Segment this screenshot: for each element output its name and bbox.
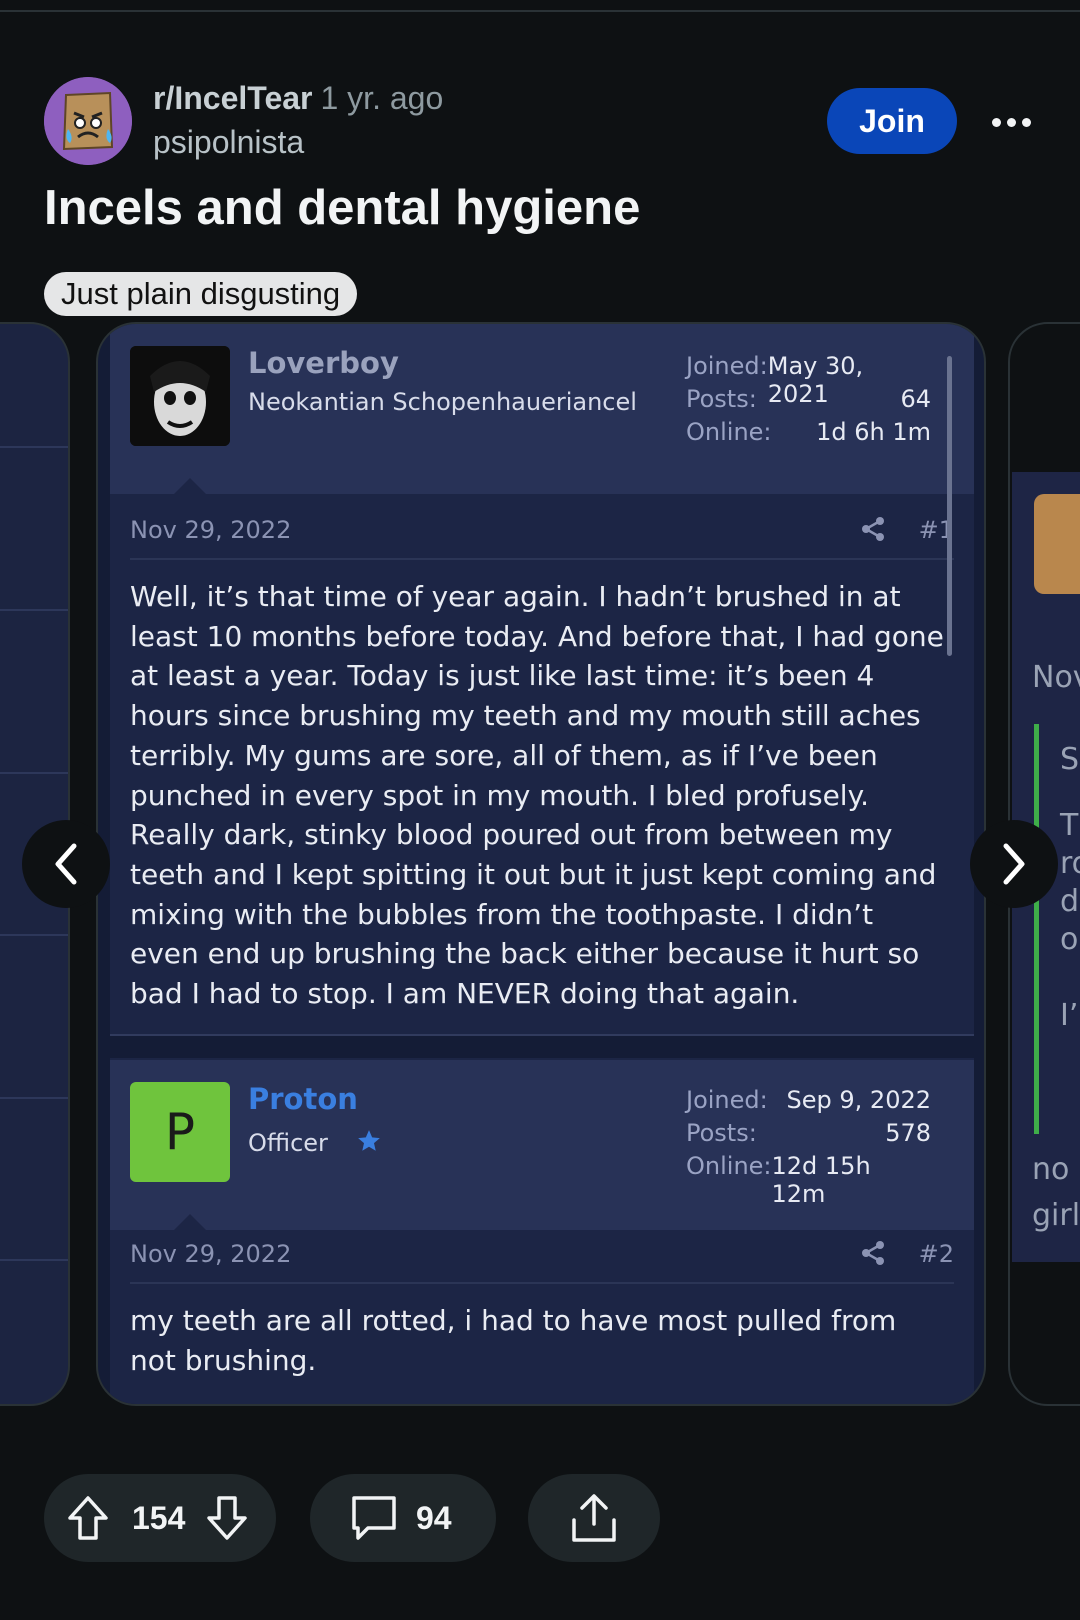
join-button[interactable]: Join [827, 88, 957, 154]
chevron-left-icon[interactable] [22, 820, 110, 908]
comment-count: 94 [416, 1499, 452, 1536]
comment-bubble-icon [352, 1496, 396, 1540]
chevron-right-icon[interactable] [970, 820, 1058, 908]
user-stats: Joined: May 30, 2021 Posts: 64 Online: 1d 6… [686, 352, 931, 451]
stat-label: Joined: [686, 352, 768, 380]
gallery-image-card[interactable]: Loverboy Neokantian Schopenhaueriancel J… [96, 322, 986, 1406]
top-divider [0, 10, 1080, 12]
vote-pill: 154 [44, 1474, 276, 1562]
stat-label: Online: [686, 1152, 772, 1180]
next-card-snippet: ro [1060, 846, 1080, 881]
post-meta: Nov 29, 2022 #2 [130, 1228, 954, 1284]
user-title: Neokantian Schopenhaueriancel [248, 388, 637, 416]
post-user-header: Loverboy Neokantian Schopenhaueriancel J… [110, 324, 974, 494]
next-card-snippet: girl [1032, 1198, 1080, 1233]
star-icon [357, 1130, 380, 1151]
post-username: Proton [248, 1082, 358, 1116]
post-time: 1 yr. ago [320, 80, 444, 116]
post-author[interactable]: psipolnista [153, 124, 304, 161]
stat-label: Online: [686, 418, 772, 446]
share-upload-icon [572, 1494, 616, 1542]
upvote-count: 154 [132, 1499, 186, 1536]
post-body: my teeth are all rotted, i had to have m… [130, 1304, 897, 1377]
next-card-snippet: no [1032, 1152, 1070, 1187]
more-dots-icon[interactable] [985, 100, 1037, 144]
post-date: Nov 29, 2022 [130, 1240, 292, 1268]
post-title[interactable]: Incels and dental hygiene [44, 180, 640, 236]
next-card-snippet: I’n [1060, 998, 1080, 1033]
stat-value: Sep 9, 2022 [786, 1086, 931, 1114]
stat-value: 64 [900, 385, 931, 413]
user-avatar: P [130, 1082, 230, 1182]
stat-value: 578 [885, 1119, 931, 1147]
next-card-snippet: Sa [1060, 742, 1080, 777]
next-card-snippet: Th [1060, 808, 1080, 843]
stat-value: 12d 15h 12m [771, 1152, 871, 1208]
share-button[interactable] [528, 1474, 660, 1562]
user-title: Officer [248, 1129, 328, 1157]
post-user-header: P Proton Officer Joined: Sep 9, 2022 Post… [110, 1060, 974, 1230]
post-date: Nov 29, 2022 [130, 516, 292, 544]
stat-label: Posts: [686, 1119, 757, 1147]
subreddit-name[interactable]: r/IncelTear [153, 80, 312, 116]
stat-value: May 30, 2021 [767, 352, 864, 408]
share-icon [862, 517, 884, 541]
next-card-snippet: Nov [1032, 660, 1080, 695]
post-body: Well, it’s that time of year again. I ha… [130, 580, 944, 1011]
stat-value: 1d 6h 1m [816, 418, 931, 446]
post-meta: Nov 29, 2022 #1 [130, 504, 954, 560]
post-number: #2 [918, 1240, 954, 1268]
screenshot-scrollbar [947, 356, 952, 656]
subreddit-avatar-icon[interactable] [44, 77, 132, 165]
upvote-arrow-icon[interactable] [66, 1494, 110, 1542]
share-icon [862, 1241, 884, 1265]
downvote-arrow-icon[interactable] [205, 1494, 249, 1542]
user-avatar [130, 346, 230, 446]
next-card-snippet: d [1060, 884, 1080, 919]
next-card-snippet: o [1060, 922, 1079, 957]
stat-label: Joined: [686, 1086, 768, 1114]
post-username: Loverboy [248, 346, 399, 380]
next-card-thumbnail [1034, 494, 1080, 594]
post-flair[interactable]: Just plain disgusting [44, 272, 358, 316]
user-stats: Joined: Sep 9, 2022 Posts: 578 Online: 12d … [686, 1086, 931, 1208]
stat-label: Posts: [686, 385, 757, 413]
subreddit-line: r/IncelTear 1 yr. ago [153, 80, 443, 117]
forum-screenshot: Loverboy Neokantian Schopenhaueriancel J… [110, 324, 974, 1404]
comments-button[interactable]: 94 [310, 1474, 496, 1562]
user-title-line: Officer [248, 1128, 382, 1157]
